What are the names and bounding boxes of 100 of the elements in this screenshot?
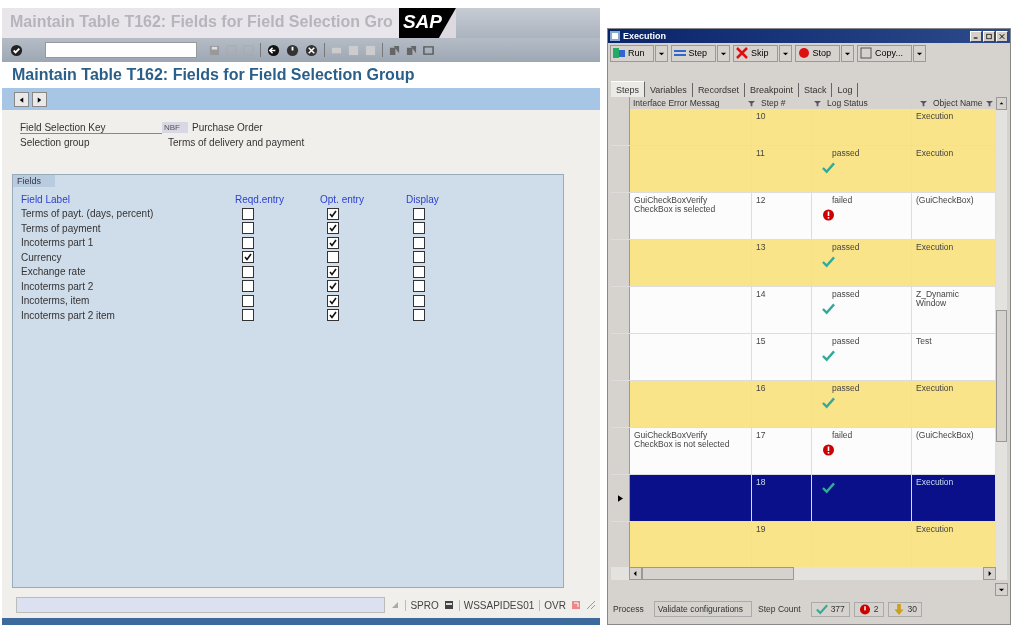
arrow-down-icon: [892, 603, 905, 615]
status-label: Process: [612, 604, 645, 614]
selected-row[interactable]: 18 Execution: [611, 475, 996, 522]
checkbox[interactable]: [327, 236, 339, 249]
scrollbar-thumb[interactable]: [996, 310, 1007, 442]
checkbox[interactable]: [413, 236, 425, 249]
field-label: Terms of payt. (days, percent): [21, 208, 155, 220]
field-label: Incoterms part 2 item: [21, 309, 116, 321]
table-cell: 14: [756, 289, 766, 299]
table-cell: Execution: [916, 477, 954, 487]
checkbox[interactable]: [327, 265, 339, 278]
shortcut-icon[interactable]: [406, 44, 417, 56]
table-row[interactable]: 10 Execution: [611, 109, 996, 146]
scrollbar-thumb[interactable]: [642, 567, 794, 580]
checkbox[interactable]: [413, 280, 425, 293]
minimize-button[interactable]: [970, 30, 982, 42]
session-icon[interactable]: [389, 44, 400, 56]
insert-mode: OVR: [539, 599, 566, 611]
column-header: Field Label: [21, 193, 71, 205]
table-cell: 10: [756, 111, 766, 121]
checkbox[interactable]: [242, 309, 254, 322]
column-header[interactable]: Object Name: [930, 97, 996, 109]
table-cell-text: passed: [831, 337, 860, 347]
table-row[interactable]: 14 passed Z_Dynamic Window: [611, 287, 996, 334]
next-button[interactable]: [32, 91, 47, 107]
process-name: Validate configurations: [653, 601, 753, 617]
layout-icon[interactable]: [423, 44, 434, 56]
play-icon: [613, 47, 625, 59]
maximize-icon: [986, 32, 992, 40]
failed-count: 2: [873, 604, 879, 614]
scroll-left-button[interactable]: [629, 567, 642, 580]
toolbar-button[interactable]: Stop: [794, 44, 841, 62]
checkbox[interactable]: [327, 309, 339, 322]
cancel-icon[interactable]: [305, 43, 318, 57]
checkbox[interactable]: [413, 309, 425, 322]
scroll-up-button[interactable]: [996, 97, 1007, 110]
table-row[interactable]: 16 passed Execution: [611, 381, 996, 428]
checkbox[interactable]: [327, 280, 339, 293]
checkbox[interactable]: [327, 294, 339, 307]
filter-icon[interactable]: [986, 99, 993, 107]
enter-icon[interactable]: [10, 43, 23, 57]
checkbox[interactable]: [413, 207, 425, 220]
checkbox[interactable]: [242, 207, 254, 220]
column-header[interactable]: Step #: [758, 97, 824, 109]
command-field[interactable]: [45, 42, 197, 58]
table-row[interactable]: 19 Execution: [611, 522, 996, 567]
left-arrow-icon: [632, 570, 639, 577]
maximize-button[interactable]: [983, 30, 995, 42]
field-label: Incoterms, item: [21, 295, 91, 307]
checkbox[interactable]: [242, 294, 254, 307]
table-cell: Z_Dynamic Window: [916, 289, 959, 309]
logo: SAP: [398, 8, 456, 38]
close-button[interactable]: [996, 30, 1008, 42]
server-icon: [443, 600, 454, 610]
check-icon: [815, 603, 828, 615]
previous-button[interactable]: [14, 91, 29, 107]
screen-title: Maintain Table T162: Fields for Field Selection Group: [2, 62, 600, 88]
table-row[interactable]: 15 passed Test: [611, 334, 996, 381]
lock-icon: [571, 600, 581, 610]
exit-icon[interactable]: [286, 43, 299, 57]
checkbox[interactable]: [242, 251, 254, 264]
filter-icon[interactable]: [920, 99, 927, 107]
checkbox[interactable]: [413, 251, 425, 264]
table-row[interactable]: GuiCheckBoxVerify CheckBox is selected 12 failed (GuiCheckBox): [611, 193, 996, 240]
scroll-right-button[interactable]: [983, 567, 996, 580]
group-title: Fields: [13, 175, 55, 187]
filter-icon[interactable]: [814, 99, 821, 107]
checkbox[interactable]: [413, 265, 425, 278]
toolbar-button[interactable]: Step: [670, 44, 717, 62]
right-arrow-icon: [36, 95, 43, 104]
checkbox[interactable]: [327, 207, 339, 220]
checkbox[interactable]: [327, 251, 339, 264]
field-label: Terms of payment: [21, 222, 102, 234]
checkbox[interactable]: [413, 222, 425, 235]
table-row[interactable]: 11 passed Execution: [611, 146, 996, 193]
scroll-down-button[interactable]: [995, 583, 1008, 596]
column-header: Opt. entry: [320, 193, 365, 205]
back-icon[interactable]: [267, 43, 280, 57]
checkbox[interactable]: [242, 222, 254, 235]
toolbar-button[interactable]: Run: [610, 44, 654, 62]
table-cell: 12: [756, 195, 766, 205]
toolbar-button[interactable]: Skip: [733, 44, 778, 62]
table-cell-text: failed: [831, 431, 853, 441]
checkbox[interactable]: [242, 265, 254, 278]
copy-icon: [860, 47, 873, 59]
checkbox[interactable]: [242, 236, 254, 249]
table-cell: Execution: [916, 148, 954, 158]
checkbox[interactable]: [413, 294, 425, 307]
status-label: Step Count: [757, 604, 802, 614]
toolbar-button[interactable]: Copy...: [857, 44, 912, 62]
filter-icon[interactable]: [748, 99, 755, 107]
checkbox[interactable]: [242, 280, 254, 293]
tab[interactable]: Steps: [611, 81, 645, 97]
table-row[interactable]: 13 passed Execution: [611, 240, 996, 287]
checkbox[interactable]: [327, 222, 339, 235]
column-header[interactable]: Interface Error Messag: [630, 97, 758, 109]
table-row[interactable]: GuiCheckBoxVerify CheckBox is not selected 17 failed (GuiCheckBox): [611, 428, 996, 475]
column-header[interactable]: Log Status: [824, 97, 930, 109]
field-label: Selection group: [20, 137, 91, 148]
key-field[interactable]: NBF: [162, 122, 188, 133]
